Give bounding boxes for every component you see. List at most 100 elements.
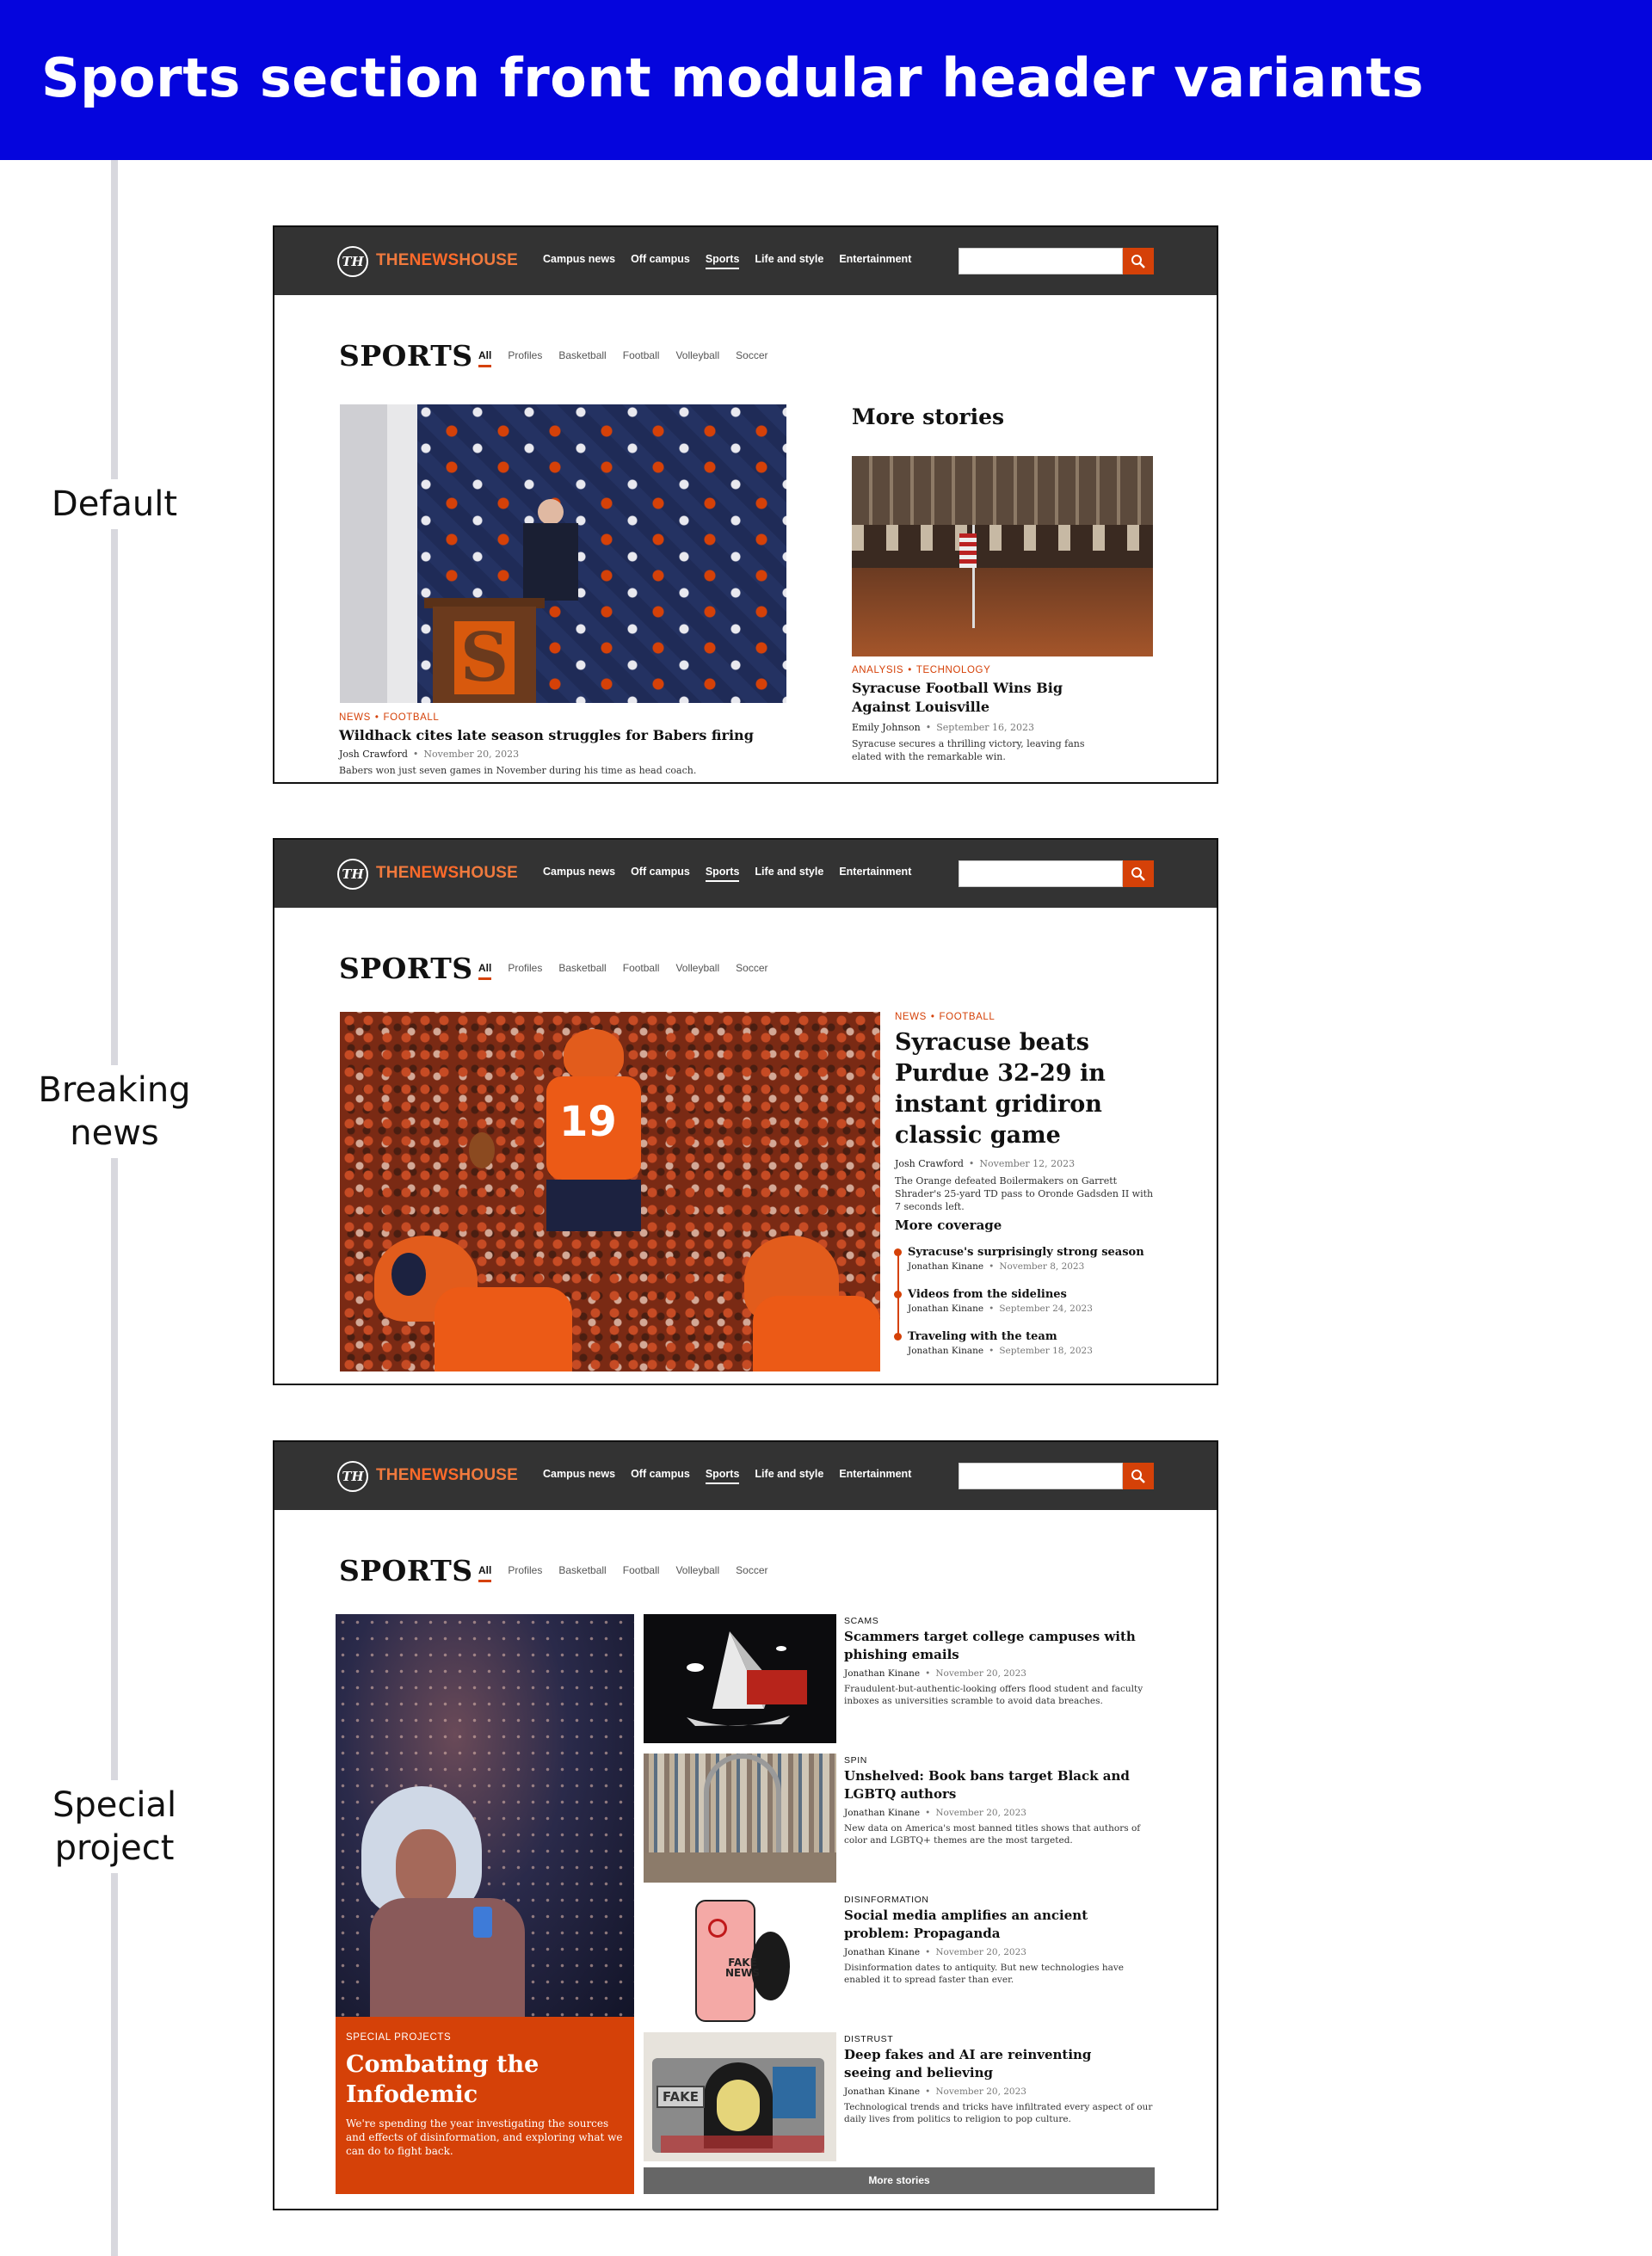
nav-link-life-and-style[interactable]: Life and style <box>755 253 823 269</box>
nav-link-entertainment[interactable]: Entertainment <box>839 1468 911 1484</box>
search-input[interactable] <box>959 860 1123 887</box>
byline-author[interactable]: Jonathan Kinane <box>844 2086 920 2097</box>
byline-author[interactable]: Josh Crawford <box>895 1158 964 1169</box>
disinformation-story-kicker[interactable]: DISINFORMATION <box>844 1895 929 1905</box>
breaking-story-image[interactable]: 19 <box>340 1012 880 1371</box>
nav-link-sports[interactable]: Sports <box>705 1468 740 1484</box>
nav-link-sports[interactable]: Sports <box>705 253 740 269</box>
lead-story-kicker[interactable]: NEWS • FOOTBALL <box>339 712 439 723</box>
tab-profiles[interactable]: Profiles <box>508 1564 542 1582</box>
brand-wordmark[interactable]: THENEWSHOUSE <box>376 1466 518 1485</box>
nav-link-entertainment[interactable]: Entertainment <box>839 253 911 269</box>
byline-author[interactable]: Emily Johnson <box>852 722 921 733</box>
byline-author[interactable]: Josh Crawford <box>339 749 408 760</box>
search-button[interactable] <box>1123 1463 1154 1489</box>
spin-story-summary: New data on America's most banned titles… <box>844 1823 1141 1846</box>
tab-basketball[interactable]: Basketball <box>558 349 606 367</box>
more-story-kicker[interactable]: ANALYSIS • TECHNOLOGY <box>852 665 990 675</box>
kicker-analysis: ANALYSIS <box>852 665 904 675</box>
byline-author[interactable]: Jonathan Kinane <box>844 1808 920 1818</box>
byline-author[interactable]: Jonathan Kinane <box>844 1668 920 1679</box>
special-feature-image[interactable] <box>336 1614 634 2017</box>
kicker-football: FOOTBALL <box>939 1012 996 1022</box>
lead-story-image[interactable]: S <box>340 404 786 703</box>
byline-author[interactable]: Jonathan Kinane <box>908 1346 983 1356</box>
nav-link-off-campus[interactable]: Off campus <box>631 253 690 269</box>
lead-story-summary: Babers won just seven games in November … <box>339 765 697 776</box>
tab-profiles[interactable]: Profiles <box>508 349 542 367</box>
coverage-item-title[interactable]: Syracuse's surprisingly strong season <box>908 1246 1144 1259</box>
spin-story-headline[interactable]: Unshelved: Book bans target Black and LG… <box>844 1767 1137 1803</box>
nav-link-campus-news[interactable]: Campus news <box>543 866 615 882</box>
search-button[interactable] <box>1123 860 1154 887</box>
fake-news-sign-text: FAKE NEWS <box>724 1957 761 1979</box>
tab-basketball[interactable]: Basketball <box>558 1564 606 1582</box>
lead-story-headline[interactable]: Wildhack cites late season struggles for… <box>339 726 778 745</box>
section-tabs: All Profiles Basketball Football Volleyb… <box>478 1564 785 1582</box>
spin-story-kicker[interactable]: SPIN <box>844 1755 867 1766</box>
more-story-headline[interactable]: Syracuse Football Wins Big Against Louis… <box>852 679 1076 717</box>
tab-soccer[interactable]: Soccer <box>736 349 767 367</box>
page-header-banner: Sports section front modular header vari… <box>0 0 1652 160</box>
more-story-image[interactable] <box>852 456 1153 656</box>
disinformation-story-image[interactable]: FAKE NEWS <box>644 1893 836 2022</box>
more-stories-button[interactable]: More stories <box>644 2167 1155 2194</box>
tab-volleyball[interactable]: Volleyball <box>675 1564 719 1582</box>
tab-all[interactable]: All <box>478 349 492 367</box>
tab-football[interactable]: Football <box>623 1564 660 1582</box>
nav-link-campus-news[interactable]: Campus news <box>543 253 615 269</box>
tab-football[interactable]: Football <box>623 962 660 980</box>
distrust-story-image[interactable]: FAKE <box>644 2032 836 2161</box>
nav-link-life-and-style[interactable]: Life and style <box>755 866 823 882</box>
tab-all[interactable]: All <box>478 1564 492 1582</box>
nav-link-sports[interactable]: Sports <box>705 866 740 882</box>
coverage-item-title[interactable]: Traveling with the team <box>908 1330 1057 1343</box>
coverage-item-title[interactable]: Videos from the sidelines <box>908 1288 1067 1301</box>
nav-link-life-and-style[interactable]: Life and style <box>755 1468 823 1484</box>
brand-news: NEWS <box>409 1466 459 1484</box>
coverage-item-byline: Jonathan Kinane • September 24, 2023 <box>908 1304 1093 1314</box>
tab-soccer[interactable]: Soccer <box>736 1564 767 1582</box>
scams-story-image[interactable] <box>644 1614 836 1743</box>
brand-news: NEWS <box>409 864 459 882</box>
tab-soccer[interactable]: Soccer <box>736 962 767 980</box>
tab-basketball[interactable]: Basketball <box>558 962 606 980</box>
nav-link-campus-news[interactable]: Campus news <box>543 1468 615 1484</box>
nav-link-off-campus[interactable]: Off campus <box>631 1468 690 1484</box>
disinformation-story-headline[interactable]: Social media amplifies an ancient proble… <box>844 1907 1137 1943</box>
scams-story-headline[interactable]: Scammers target college campuses with ph… <box>844 1628 1137 1664</box>
breaking-story-kicker[interactable]: NEWS • FOOTBALL <box>895 1012 995 1022</box>
byline-author[interactable]: Jonathan Kinane <box>908 1304 983 1314</box>
tab-volleyball[interactable]: Volleyball <box>675 349 719 367</box>
special-feature-headline[interactable]: Combating the Infodemic <box>346 2050 604 2110</box>
spin-story-image[interactable] <box>644 1754 836 1883</box>
brand-the: THE <box>376 864 410 882</box>
search-input[interactable] <box>959 1463 1123 1489</box>
tab-volleyball[interactable]: Volleyball <box>675 962 719 980</box>
byline-author[interactable]: Jonathan Kinane <box>908 1261 983 1272</box>
special-feature-kicker: SPECIAL PROJECTS <box>346 2032 452 2043</box>
logo-icon[interactable]: TH <box>337 859 368 890</box>
tab-profiles[interactable]: Profiles <box>508 962 542 980</box>
distrust-story-kicker[interactable]: DISTRUST <box>844 2034 893 2044</box>
brand-wordmark[interactable]: THENEWSHOUSE <box>376 864 518 883</box>
brand-the: THE <box>376 1466 410 1484</box>
logo-icon[interactable]: TH <box>337 246 368 277</box>
search-input[interactable] <box>959 248 1123 274</box>
site-nav: TH THENEWSHOUSE Campus news Off campus S… <box>274 1442 1217 1510</box>
coverage-dot <box>894 1333 902 1341</box>
tab-football[interactable]: Football <box>623 349 660 367</box>
nav-link-off-campus[interactable]: Off campus <box>631 866 690 882</box>
special-feature-card[interactable]: SPECIAL PROJECTS Combating the Infodemic… <box>336 2017 634 2194</box>
section-title: SPORTS <box>339 1554 473 1587</box>
brand-house: HOUSE <box>459 1466 518 1484</box>
breaking-story-headline[interactable]: Syracuse beats Purdue 32-29 in instant g… <box>895 1027 1110 1151</box>
logo-icon[interactable]: TH <box>337 1461 368 1492</box>
search-button[interactable] <box>1123 248 1154 274</box>
brand-wordmark[interactable]: THENEWSHOUSE <box>376 251 518 270</box>
tab-all[interactable]: All <box>478 962 492 980</box>
scams-story-kicker[interactable]: SCAMS <box>844 1616 878 1626</box>
byline-author[interactable]: Jonathan Kinane <box>844 1947 920 1957</box>
distrust-story-headline[interactable]: Deep fakes and AI are reinventing seeing… <box>844 2046 1137 2082</box>
nav-link-entertainment[interactable]: Entertainment <box>839 866 911 882</box>
